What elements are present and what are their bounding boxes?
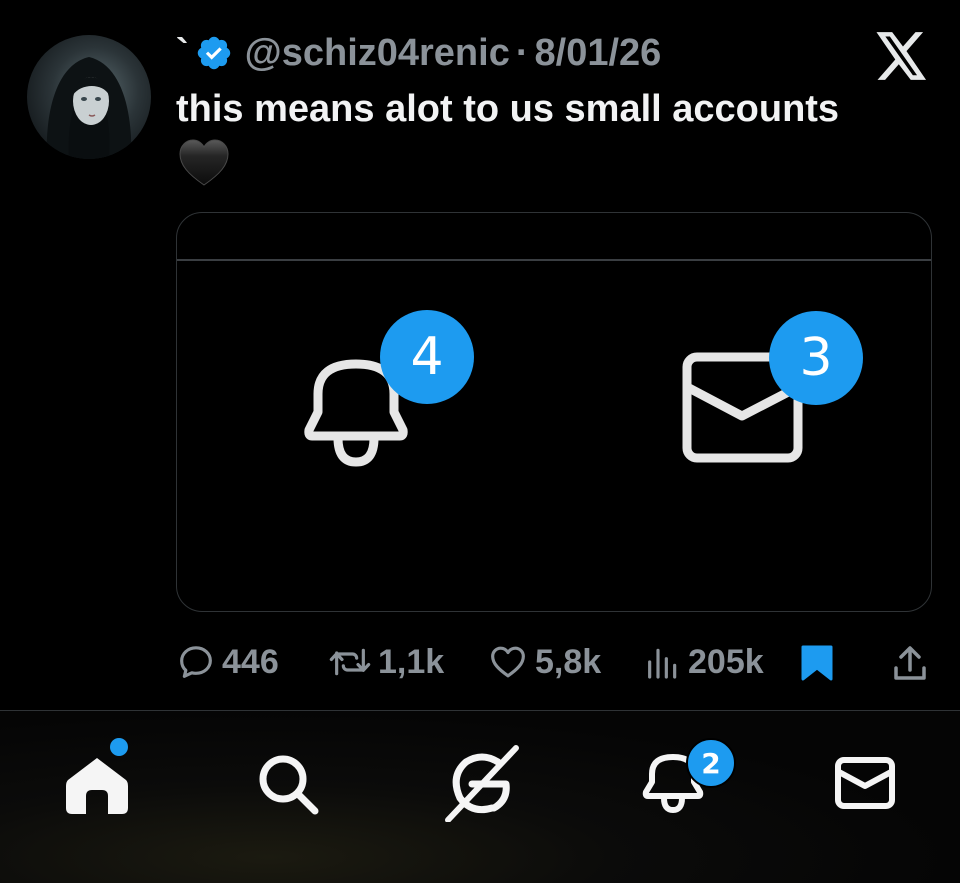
grok-icon[interactable]: [442, 744, 522, 822]
retweet-icon: [329, 648, 371, 676]
reply-button[interactable]: 446: [176, 640, 279, 684]
messages-count-badge: 3: [769, 311, 863, 405]
like-button[interactable]: 5,8k: [487, 640, 601, 684]
reply-count: 446: [222, 642, 279, 681]
view-count: 205k: [688, 642, 764, 681]
header-separator: ·: [515, 31, 529, 74]
media-card[interactable]: [176, 212, 932, 612]
retweet-count: 1,1k: [378, 642, 445, 681]
notifications-nav-badge: 2: [686, 738, 736, 788]
display-name[interactable]: `: [176, 32, 189, 75]
notifications-count-badge: 4: [380, 310, 474, 404]
home-icon[interactable]: [66, 756, 128, 814]
media-divider: [177, 259, 931, 261]
avatar-image: [46, 57, 132, 159]
views-icon: [648, 648, 677, 679]
black-heart-icon: [179, 139, 229, 186]
verified-badge-icon: [197, 36, 230, 70]
like-count: 5,8k: [535, 642, 602, 681]
heart-icon: [491, 646, 525, 678]
x-logo-icon: [876, 32, 927, 80]
search-icon[interactable]: [256, 752, 320, 816]
bookmark-icon[interactable]: [800, 644, 834, 682]
retweet-button[interactable]: 1,1k: [328, 640, 444, 684]
tweet-header: ` @schiz04renic · 8/01/26: [176, 30, 661, 76]
views-button[interactable]: 205k: [644, 640, 764, 684]
avatar[interactable]: [27, 35, 151, 159]
user-handle[interactable]: @schiz04renic: [245, 32, 510, 75]
messages-mail-icon[interactable]: [834, 756, 896, 810]
reply-icon: [180, 646, 212, 678]
share-icon[interactable]: [892, 644, 928, 682]
home-new-indicator: [110, 738, 128, 756]
tweet-date[interactable]: 8/01/26: [535, 32, 662, 75]
tweet-text: this means alot to us small accounts: [176, 88, 840, 130]
